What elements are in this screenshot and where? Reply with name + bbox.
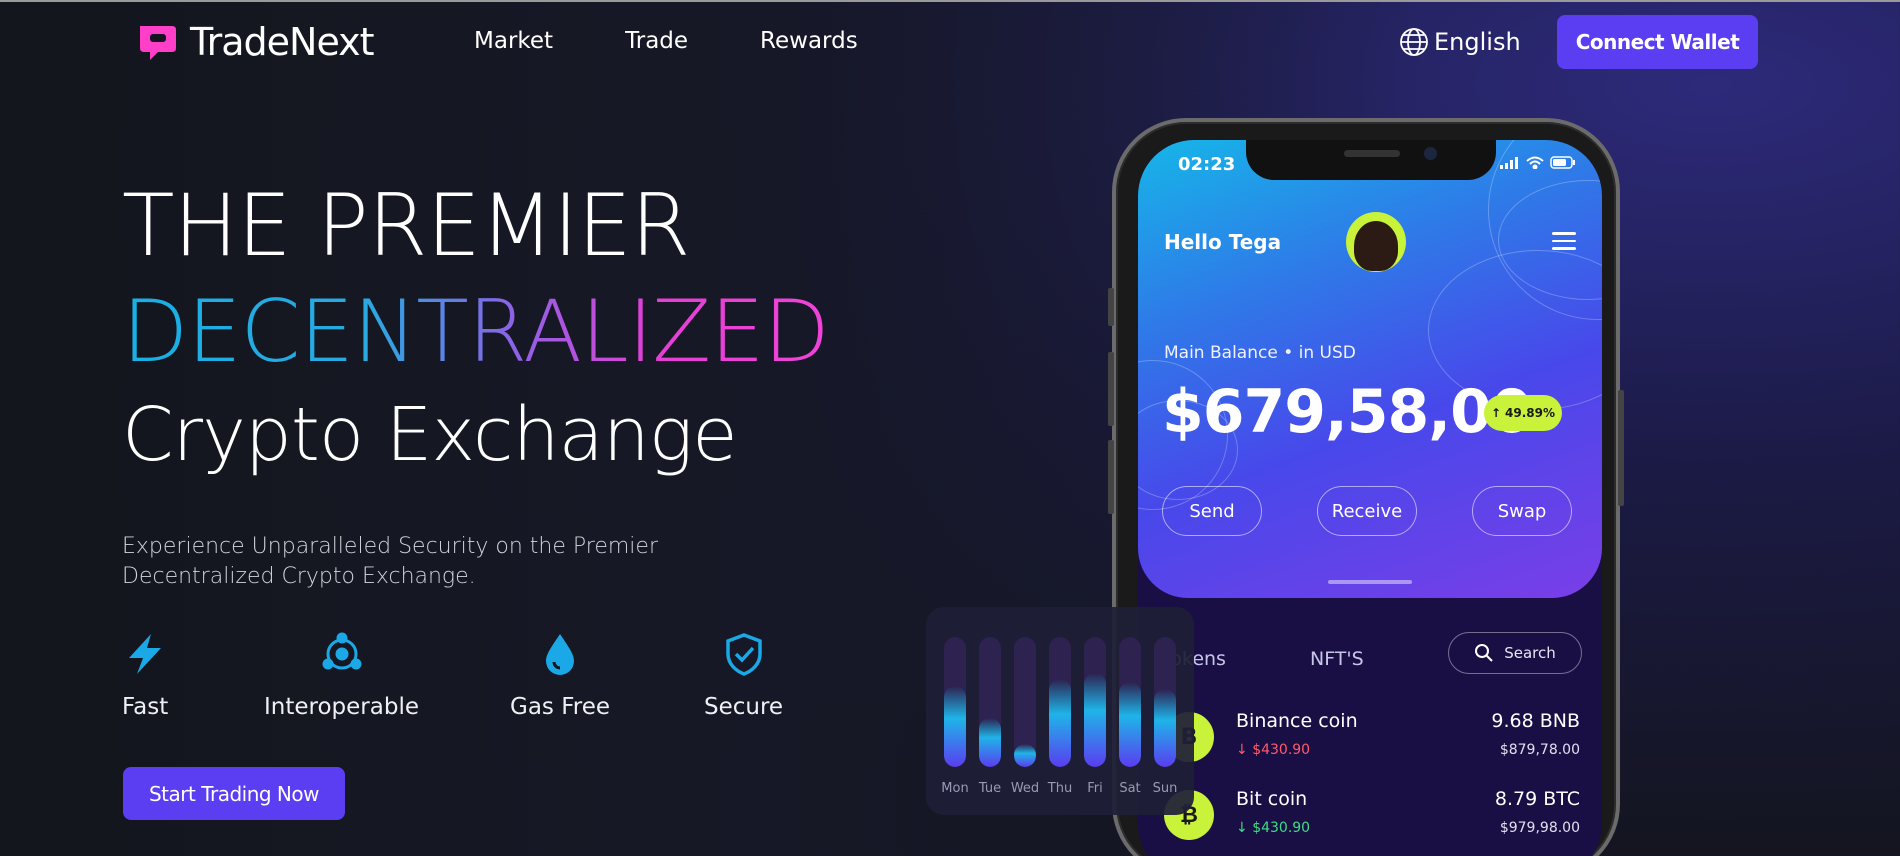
bar-fill <box>1014 744 1036 767</box>
action-buttons: Send Receive Swap <box>1162 486 1578 536</box>
shield-check-icon <box>725 633 762 676</box>
bar-tue <box>979 637 1001 767</box>
coin-amount: 8.79 BTC <box>1494 788 1580 810</box>
list-item[interactable]: ₿ Bit coin ↓ $430.90 8.79 BTC $979,98.00 <box>1138 784 1602 854</box>
search-label: Search <box>1504 644 1556 662</box>
change-badge: ↑ 49.89% <box>1484 395 1562 431</box>
day-label: Fri <box>1087 781 1103 796</box>
menu-icon[interactable] <box>1552 232 1576 255</box>
hero-title-line2: DECENTRALIZED <box>122 282 830 382</box>
receive-button[interactable]: Receive <box>1317 486 1417 536</box>
feature-fast: Fast <box>122 632 168 720</box>
coin-usd: $979,98.00 <box>1499 820 1580 836</box>
send-button[interactable]: Send <box>1162 486 1262 536</box>
greeting: Hello Tega <box>1164 230 1282 254</box>
tab-nfts[interactable]: NFT'S <box>1310 648 1364 670</box>
bar-fri <box>1084 637 1106 767</box>
coin-change-value: $430.90 <box>1252 742 1311 758</box>
hero-title-line1: THE PREMIER <box>122 176 690 276</box>
feature-label: Secure <box>704 694 784 720</box>
coin-amount: 9.68 BNB <box>1491 710 1580 732</box>
search-icon <box>1475 644 1493 662</box>
search-button[interactable]: Search <box>1448 632 1582 674</box>
phone-side-button <box>1108 288 1114 326</box>
bar-thu <box>1049 637 1071 767</box>
coin-name: Binance coin <box>1236 710 1358 732</box>
language-selector[interactable]: English <box>1398 26 1521 58</box>
logo[interactable]: TradeNext <box>136 20 375 64</box>
dot-separator: • <box>1283 343 1299 363</box>
phone-side-button <box>1618 390 1624 506</box>
coin-usd: $879,78.00 <box>1499 742 1580 758</box>
weekly-activity-widget: Mon Tue Wed Thu Fri Sat Sun <box>926 607 1194 815</box>
feature-label: Fast <box>122 694 169 720</box>
coin-name: Bit coin <box>1236 788 1308 810</box>
balance-currency: in USD <box>1298 343 1356 363</box>
drop-icon <box>546 634 575 675</box>
network-icon <box>322 632 361 670</box>
brand-name: TradeNext <box>190 20 375 64</box>
phone-screen: 02:23 Hello Tega Main Balance • in USD $… <box>1138 140 1602 856</box>
bar-wed <box>1014 637 1036 767</box>
avatar[interactable] <box>1346 212 1406 272</box>
nav-trade[interactable]: Trade <box>625 28 688 54</box>
balance-label: Main Balance • in USD <box>1164 343 1356 363</box>
coin-change-value: $430.90 <box>1252 820 1311 836</box>
battery-icon <box>1550 156 1575 169</box>
bar-fill <box>1049 679 1071 767</box>
bar-fill <box>944 686 966 767</box>
day-label: Wed <box>1010 781 1040 796</box>
bar-mon <box>944 637 966 767</box>
wifi-icon <box>1526 156 1544 169</box>
feature-list: Fast Interoperable Gas Free Secure <box>122 632 822 722</box>
status-icons <box>1500 156 1576 169</box>
day-label: Tue <box>978 781 1002 796</box>
list-item[interactable]: B Binance coin ↓ $430.90 9.68 BNB $879,7… <box>1138 706 1602 776</box>
balance-label-text: Main Balance <box>1164 343 1278 363</box>
nav-rewards[interactable]: Rewards <box>760 28 858 54</box>
nav-market[interactable]: Market <box>474 28 553 54</box>
bar-fill <box>1119 682 1141 767</box>
bar-fill <box>1154 689 1176 767</box>
day-label: Sat <box>1119 781 1141 796</box>
hero-subtitle: Experience Unparalleled Security on the … <box>122 534 658 589</box>
language-label: English <box>1434 28 1521 56</box>
top-nav: TradeNext Market Trade Rewards English C… <box>0 0 1900 78</box>
connect-wallet-button[interactable]: Connect Wallet <box>1557 15 1758 69</box>
globe-icon <box>1400 28 1428 56</box>
main-nav: Market Trade Rewards <box>474 28 858 54</box>
phone-side-button <box>1108 440 1114 514</box>
coin-change: ↓ $430.90 <box>1236 820 1311 836</box>
bar-fill <box>979 718 1001 767</box>
change-value: 49.89% <box>1505 406 1556 420</box>
day-label: Thu <box>1047 781 1073 796</box>
feature-interoperable: Interoperable <box>264 632 419 720</box>
start-trading-button[interactable]: Start Trading Now <box>123 767 345 820</box>
arrow-up-icon: ↑ <box>1490 406 1502 420</box>
day-label: Sun <box>1152 781 1178 796</box>
coin-change: ↓ $430.90 <box>1236 742 1311 758</box>
status-time: 02:23 <box>1178 154 1236 175</box>
signal-icon <box>1500 156 1518 169</box>
phone-side-button <box>1108 352 1114 426</box>
bar-group <box>944 637 1180 767</box>
hero-title-line3: Crypto Exchange <box>122 392 738 478</box>
phone-notch <box>1246 140 1496 180</box>
bar-fill <box>1084 673 1106 767</box>
swap-button[interactable]: Swap <box>1472 486 1572 536</box>
feature-label: Interoperable <box>264 694 419 720</box>
bar-sat <box>1119 637 1141 767</box>
balance-amount: $679,58,00 <box>1162 377 1533 447</box>
bar-sun <box>1154 637 1176 767</box>
day-label: Mon <box>941 781 969 796</box>
lightning-icon <box>129 634 162 674</box>
feature-secure: Secure <box>704 632 783 720</box>
feature-label: Gas Free <box>510 694 611 720</box>
logo-icon <box>140 26 176 60</box>
feature-gas-free: Gas Free <box>510 632 610 720</box>
home-indicator <box>1328 580 1412 584</box>
